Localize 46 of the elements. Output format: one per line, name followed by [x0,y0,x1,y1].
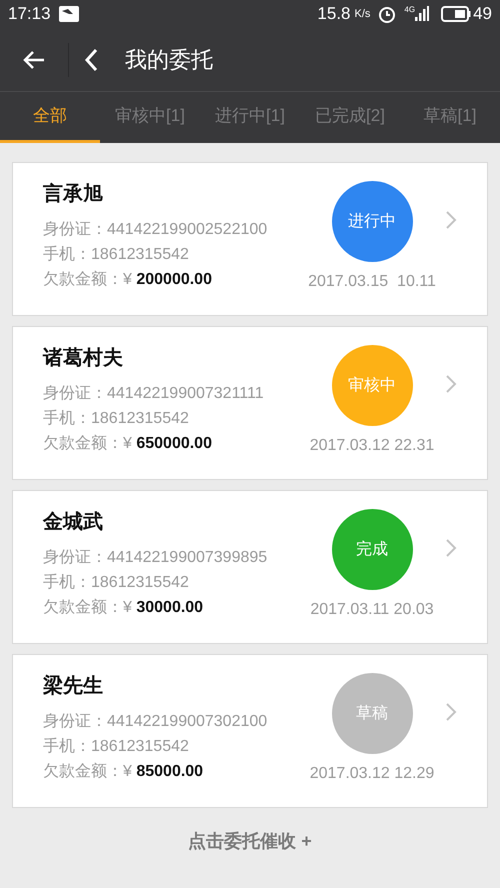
alarm-clock-icon [378,5,396,23]
commission-time: 2017.03.12 12.29 [310,764,434,784]
signal-icon [415,6,430,22]
id-number: 身份证：441422199002522100 [43,220,268,240]
debtor-name: 梁先生 [43,674,104,699]
chevron-right-icon [445,374,457,394]
id-number: 身份证：441422199007399895 [43,548,268,568]
phone-number: 手机：18612315542 [43,408,190,429]
phone-number: 手机：18612315542 [43,572,190,593]
network-speed: 15.8 [317,3,350,26]
status-badge: 审核中 [332,345,412,426]
status-time: 17:13 [8,3,51,26]
commission-card[interactable]: 诸葛村夫 身份证：441422199007321111 手机：18612315542 欠款金额：¥ 650000.00 审核中 2017.03.12 22.31 [12,326,488,480]
debt-amount: 欠款金额：¥ 650000.00 [43,434,213,454]
commission-time: 2017.03.15 10.11 [308,272,436,292]
chevron-right-icon [445,210,457,230]
tab[interactable]: 全部 [0,92,100,143]
status-badge: 草稿 [332,673,412,754]
image-icon [58,6,79,22]
debtor-name: 金城武 [43,510,104,535]
battery-icon [441,6,472,22]
commission-card[interactable]: 金城武 身份证：441422199007399895 手机：18612315542 欠款金额：¥ 30000.00 完成 2017.03.11 20.03 [12,490,488,644]
commission-time: 2017.03.11 20.03 [310,600,434,620]
chevron-right-icon [445,702,457,722]
commission-card[interactable]: 言承旭 身份证：441422199002522100 手机：18612315542 欠款金额：¥ 200000.00 进行中 2017.03.15 10.11 [12,162,488,316]
phone-number: 手机：18612315542 [43,736,190,757]
phone-number: 手机：18612315542 [43,244,190,265]
id-number: 身份证：441422199007302100 [43,712,268,732]
debt-amount: 欠款金额：¥ 200000.00 [43,270,213,290]
back-arrow-icon[interactable] [22,50,46,70]
battery-level: 49 [473,3,492,26]
page-title: 我的委托 [125,46,213,74]
speed-unit: K/s [354,6,370,22]
debtor-name: 诸葛村夫 [43,346,124,371]
status-badge: 进行中 [332,181,412,262]
network-type: 4G [404,4,416,16]
commission-time: 2017.03.12 22.31 [310,436,434,456]
debt-amount: 欠款金额：¥ 30000.00 [43,598,204,618]
debtor-name: 言承旭 [43,182,104,207]
add-commission-link[interactable]: 点击委托催收 + [188,828,312,855]
chevron-left-icon[interactable] [84,48,98,72]
commission-card[interactable]: 梁先生 身份证：441422199007302100 手机：18612315542 欠款金额：¥ 85000.00 草稿 2017.03.12 12.29 [12,654,488,808]
chevron-right-icon [445,538,457,558]
id-number: 身份证：441422199007321111 [43,384,265,404]
debt-amount: 欠款金额：¥ 85000.00 [43,762,204,782]
status-badge: 完成 [332,509,412,590]
